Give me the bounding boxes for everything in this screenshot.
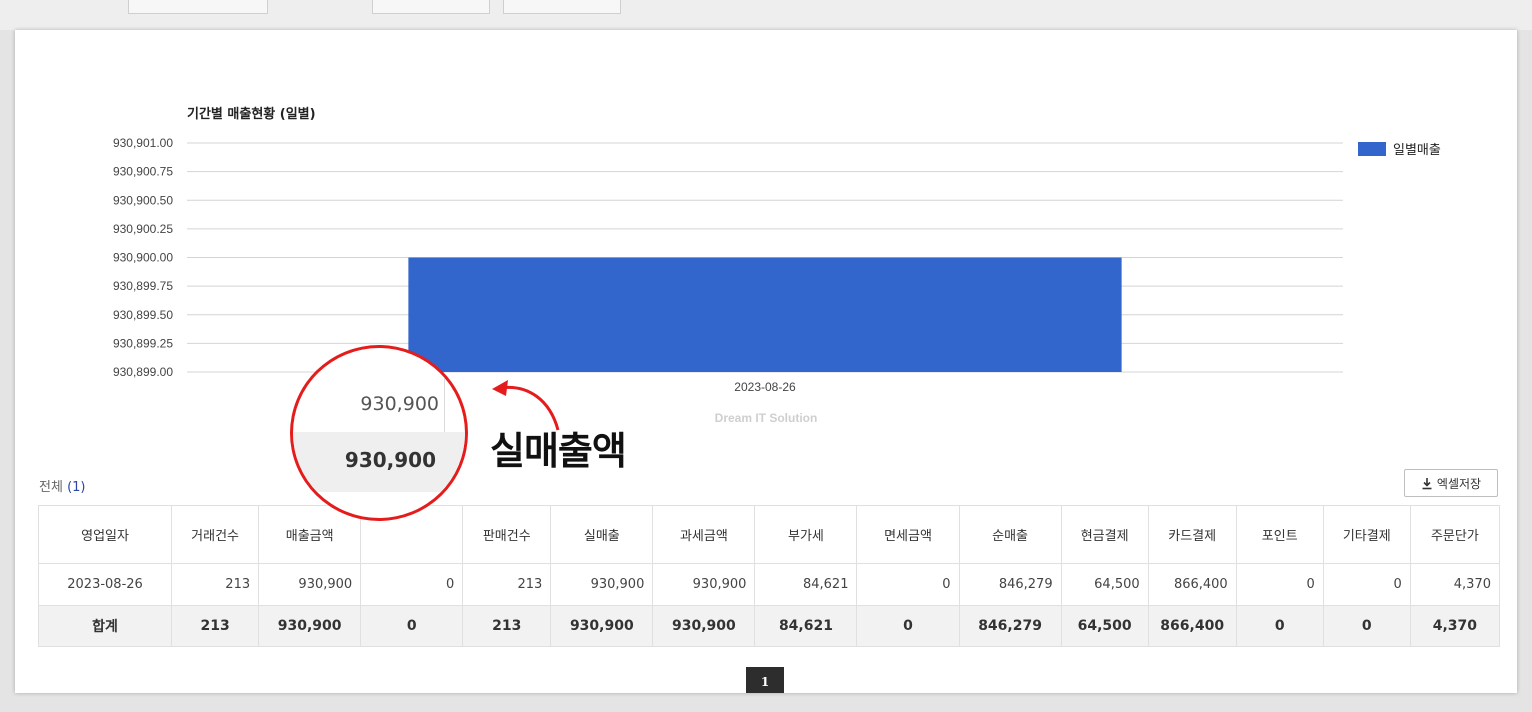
y-tick-label: 930,900.00 (113, 251, 173, 265)
chart-credit: Dream IT Solution (715, 411, 818, 425)
page-number: 1 (760, 675, 770, 689)
column-header: 거래건수 (171, 505, 260, 564)
sum-cell: 846,279 (958, 605, 1062, 647)
excel-save-label: 엑셀저장 (1436, 476, 1482, 491)
table-cell: 213 (462, 563, 552, 606)
table-cell: 4,370 (1409, 563, 1501, 606)
table-row: 2023-08-26 213 930,900 0 213 930,900 930,900 84… (37, 563, 1501, 606)
total-count-label: 전체 (1) (39, 476, 85, 495)
download-icon (1422, 477, 1432, 489)
zoom-sum-value: 930,900 (344, 448, 436, 472)
y-tick-label: 930,901.00 (113, 136, 173, 150)
table-cell: 0 (1322, 563, 1411, 606)
column-header: 순매출 (958, 505, 1062, 564)
filter-input[interactable] (372, 0, 490, 14)
column-header: 기타결제 (1322, 505, 1411, 564)
y-tick-label: 930,900.25 (113, 222, 173, 236)
page-top-bar (0, 0, 1532, 30)
sum-cell: 64,500 (1060, 605, 1149, 647)
x-tick-label: 2023-08-26 (734, 380, 796, 394)
sum-cell: 930,900 (550, 605, 654, 647)
y-tick-label: 930,899.25 (113, 336, 173, 350)
bar (408, 257, 1122, 372)
y-tick-label: 930,900.50 (113, 193, 173, 207)
sum-cell: 213 (462, 605, 552, 647)
column-header: 면세금액 (856, 505, 960, 564)
column-header: 카드결제 (1147, 505, 1237, 564)
sales-table: 영업일자 거래건수 매출금액 판매건수 실매출 과세금액 부가세 면세금액 순매출 현금결제 카드결… (37, 505, 1501, 647)
sum-cell: 0 (1235, 605, 1324, 647)
table-sum-row: 합계 213 930,900 0 213 930,900 930,900 84,621 0 846… (37, 605, 1501, 647)
table-header-row: 영업일자 거래건수 매출금액 판매건수 실매출 과세금액 부가세 면세금액 순매출 현금결제 카드결… (37, 505, 1501, 564)
y-tick-label: 930,899.50 (113, 308, 173, 322)
sum-cell: 0 (856, 605, 960, 647)
table-cell: 930,900 (258, 563, 362, 606)
sum-cell: 합계 (37, 605, 173, 647)
column-header: 과세금액 (652, 505, 756, 564)
table-cell: 846,279 (958, 563, 1062, 606)
sum-cell: 930,900 (652, 605, 756, 647)
y-tick-label: 930,900.75 (113, 165, 173, 179)
legend-swatch (1358, 142, 1386, 156)
table-cell: 866,400 (1147, 563, 1237, 606)
sum-cell: 0 (360, 605, 464, 647)
legend-label: 일별매출 (1393, 143, 1441, 158)
column-header: 주문단가 (1409, 505, 1501, 564)
table-cell: 2023-08-26 (37, 563, 173, 606)
total-count: (1) (67, 480, 86, 495)
column-header: 현금결제 (1060, 505, 1149, 564)
sum-cell: 213 (171, 605, 260, 647)
sum-cell: 84,621 (754, 605, 858, 647)
table-cell: 0 (856, 563, 960, 606)
callout-label: 실매출액 (490, 429, 627, 473)
column-header: 실매출 (550, 505, 654, 564)
table-cell: 0 (1235, 563, 1324, 606)
sum-cell: 866,400 (1147, 605, 1237, 647)
excel-save-button[interactable]: 엑셀저장 (1404, 469, 1498, 497)
table-cell: 930,900 (550, 563, 654, 606)
column-header: 부가세 (754, 505, 858, 564)
pagination-page-1[interactable]: 1 (746, 667, 784, 693)
sales-panel: 기간별 매출현황 (일별) 930,901.00 930,900.75 930,900… (15, 30, 1517, 693)
column-header: 판매건수 (462, 505, 552, 564)
column-header: 영업일자 (37, 505, 173, 564)
zoom-highlight-circle: 930,900 930,900 (290, 345, 468, 521)
table-cell: 64,500 (1060, 563, 1149, 606)
table-cell: 930,900 (652, 563, 756, 606)
filter-input[interactable] (128, 0, 268, 14)
chart-title: 기간별 매출현황 (일별) (187, 106, 316, 122)
sum-cell: 0 (1322, 605, 1411, 647)
y-tick-label: 930,899.00 (113, 365, 173, 379)
zoom-value: 930,900 (360, 393, 439, 415)
filter-input[interactable] (503, 0, 621, 14)
total-text: 전체 (39, 480, 63, 495)
column-header: 포인트 (1235, 505, 1324, 564)
table-cell: 213 (171, 563, 260, 606)
y-tick-label: 930,899.75 (113, 279, 173, 293)
table-cell: 0 (360, 563, 464, 606)
daily-sales-chart: 기간별 매출현황 (일별) 930,901.00 930,900.75 930,900… (113, 106, 1441, 425)
sum-cell: 4,370 (1409, 605, 1501, 647)
sum-cell: 930,900 (258, 605, 362, 647)
table-cell: 84,621 (754, 563, 858, 606)
